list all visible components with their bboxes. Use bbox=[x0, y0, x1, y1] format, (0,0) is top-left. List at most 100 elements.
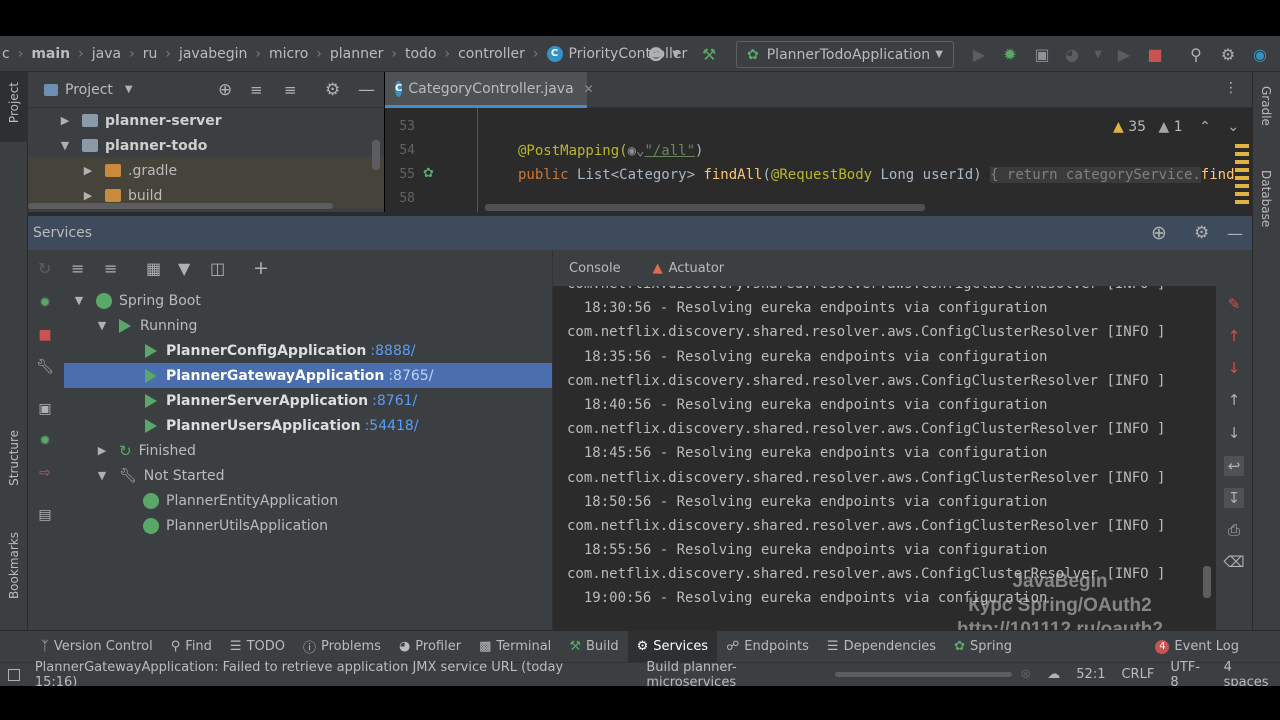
indent-setting[interactable]: 4 spaces bbox=[1224, 660, 1280, 690]
tool-version-control[interactable]: ᛉ Version Control bbox=[32, 631, 162, 663]
breadcrumb-item[interactable]: controller bbox=[458, 46, 525, 62]
expand-all-icon[interactable]: ≡ bbox=[71, 259, 84, 278]
run-config-select[interactable]: ✿ PlannerTodoApplication ▼ bbox=[736, 41, 954, 68]
soft-wrap-icon[interactable]: ↩ bbox=[1224, 456, 1244, 476]
inspection-widget[interactable]: ▲ 35 ▲ 1 ⌃ ⌄ bbox=[1113, 119, 1239, 135]
arrow-down-icon[interactable]: ↓ bbox=[1224, 423, 1244, 443]
error-stripe[interactable] bbox=[1235, 144, 1249, 208]
group-by-icon[interactable]: ▦ bbox=[146, 259, 161, 278]
new-tab-icon[interactable]: ◫ bbox=[210, 259, 225, 278]
attach-icon[interactable]: ▶ bbox=[1114, 44, 1134, 64]
port-link[interactable]: :8761/ bbox=[372, 393, 417, 409]
collapse-all-icon[interactable]: ≡ bbox=[104, 259, 117, 278]
breadcrumb-item[interactable]: planner bbox=[330, 46, 383, 62]
service-item[interactable]: PlannerServerApplication :8761/ bbox=[64, 388, 552, 413]
service-item[interactable]: PlannerUtilsApplication bbox=[64, 513, 552, 538]
tool-dependencies[interactable]: ☰ Dependencies bbox=[818, 631, 945, 663]
expand-all-icon[interactable]: ≡ bbox=[250, 81, 263, 99]
settings-icon[interactable]: ⚙ bbox=[1218, 44, 1238, 64]
clear-icon[interactable]: ✎ bbox=[1224, 294, 1244, 314]
tool-terminal[interactable]: ▩ Terminal bbox=[470, 631, 560, 663]
coverage-icon[interactable]: ▣ bbox=[1032, 44, 1052, 64]
endpoint-gutter-icon[interactable]: ✿ bbox=[423, 166, 434, 181]
up-stack-icon[interactable]: ↑ bbox=[1224, 326, 1244, 346]
more-icon[interactable]: ⋮ bbox=[1224, 80, 1238, 96]
gear-icon[interactable]: ⚙ bbox=[325, 80, 340, 100]
chevron-down-icon[interactable]: ▼ bbox=[125, 84, 133, 95]
rerun-icon[interactable]: ↻ bbox=[38, 259, 51, 278]
tree-item-planner-todo[interactable]: ▼ planner-todo bbox=[58, 133, 208, 158]
database-tool-tab[interactable]: Database bbox=[1259, 170, 1273, 227]
line-separator[interactable]: CRLF bbox=[1121, 667, 1154, 682]
chevron-down-icon[interactable]: ▼ bbox=[1088, 44, 1108, 64]
tool-find[interactable]: ⚲ Find bbox=[162, 631, 221, 663]
tool-problems[interactable]: ⓘ Problems bbox=[294, 631, 390, 663]
collapse-all-icon[interactable]: ≡ bbox=[284, 81, 297, 99]
arrow-up-icon[interactable]: ↑ bbox=[1224, 390, 1244, 410]
gradle-tool-tab[interactable]: Gradle bbox=[1259, 86, 1273, 126]
gear-icon[interactable]: ⚙ bbox=[1194, 223, 1209, 243]
tool-spring[interactable]: ✿ Spring bbox=[945, 631, 1021, 663]
service-item[interactable]: PlannerEntityApplication bbox=[64, 488, 552, 513]
file-encoding[interactable]: UTF-8 bbox=[1170, 660, 1207, 690]
tool-event-log[interactable]: 4 Event Log bbox=[1146, 631, 1248, 663]
background-task-label[interactable]: Build planner-microservices bbox=[646, 660, 823, 690]
add-icon[interactable]: + bbox=[253, 257, 269, 279]
console-scrollbar[interactable] bbox=[1203, 566, 1211, 598]
breadcrumb-item[interactable]: ru bbox=[143, 46, 158, 62]
horizontal-scrollbar[interactable] bbox=[28, 203, 333, 209]
profile-icon[interactable]: ◕ bbox=[1062, 44, 1082, 64]
tool-services[interactable]: ⚙ Services bbox=[627, 630, 718, 663]
stop-icon[interactable]: ■ bbox=[1145, 44, 1165, 64]
breadcrumb-item[interactable]: c bbox=[2, 46, 10, 62]
hide-icon[interactable]: — bbox=[1227, 224, 1243, 243]
vertical-scrollbar[interactable] bbox=[372, 140, 380, 170]
bookmarks-tool-tab[interactable]: Bookmarks bbox=[7, 532, 21, 599]
chevron-down-icon[interactable]: ▼ bbox=[666, 44, 686, 64]
tree-item-finished[interactable]: ▶ ↻ Finished bbox=[64, 438, 552, 463]
chevron-down-icon[interactable]: ⌄ bbox=[1227, 119, 1239, 135]
user-icon[interactable]: ☻ bbox=[646, 44, 666, 64]
port-link[interactable]: :54418/ bbox=[365, 418, 419, 434]
structure-tool-tab[interactable]: Structure bbox=[7, 430, 21, 486]
debug-icon[interactable]: ✹ bbox=[1000, 44, 1020, 64]
trash-icon[interactable]: ⌫ bbox=[1223, 552, 1244, 572]
tab-actuator[interactable]: ▲ Actuator bbox=[637, 250, 741, 286]
tab-console[interactable]: Console bbox=[553, 250, 637, 286]
locate-icon[interactable]: ⊕ bbox=[218, 80, 232, 100]
editor-h-scrollbar[interactable] bbox=[485, 204, 925, 211]
run-icon[interactable]: ▶ bbox=[969, 44, 989, 64]
tree-item-not-started[interactable]: ▼ 🔧︎ Not Started bbox=[64, 463, 552, 488]
close-icon[interactable]: ✕ bbox=[584, 82, 594, 96]
tree-item-planner-server[interactable]: ▶ planner-server bbox=[58, 108, 222, 133]
locate-icon[interactable]: ⊕ bbox=[1151, 222, 1167, 244]
project-tool-tab[interactable]: Project bbox=[7, 82, 21, 123]
search-icon[interactable]: ⚲ bbox=[1186, 44, 1206, 64]
hammer-icon[interactable]: ⚒ bbox=[699, 44, 719, 64]
caret-position[interactable]: 52:1 bbox=[1076, 667, 1105, 682]
window-icon[interactable] bbox=[8, 668, 20, 681]
port-link[interactable]: :8888/ bbox=[370, 343, 415, 359]
editor-tab[interactable]: C CategoryController.java ✕ bbox=[385, 72, 594, 108]
tool-build[interactable]: ⚒ Build bbox=[560, 631, 627, 663]
hide-icon[interactable]: — bbox=[358, 80, 375, 100]
cancel-icon[interactable]: ⊗ bbox=[1020, 667, 1031, 682]
status-message[interactable]: PlannerGatewayApplication: Failed to ret… bbox=[35, 660, 600, 690]
tree-item-spring-boot[interactable]: ▼ Spring Boot bbox=[64, 288, 552, 313]
tool-todo[interactable]: ☰ TODO bbox=[221, 631, 294, 663]
project-panel-title[interactable]: Project bbox=[65, 82, 113, 98]
chevron-up-icon[interactable]: ⌃ bbox=[1199, 119, 1211, 135]
filter-icon[interactable]: ▼ bbox=[178, 259, 190, 278]
breadcrumb-item[interactable]: micro bbox=[269, 46, 308, 62]
tool-profiler[interactable]: ◕ Profiler bbox=[390, 631, 470, 663]
service-item-selected[interactable]: PlannerGatewayApplication :8765/ bbox=[64, 363, 552, 388]
breadcrumb-item[interactable]: todo bbox=[405, 46, 437, 62]
breadcrumb-item[interactable]: javabegin bbox=[179, 46, 247, 62]
tool-endpoints[interactable]: ☍ Endpoints bbox=[717, 631, 818, 663]
tree-item-running[interactable]: ▼ Running bbox=[64, 313, 552, 338]
service-item[interactable]: PlannerConfigApplication :8888/ bbox=[64, 338, 552, 363]
tree-item-gradle[interactable]: ▶ .gradle bbox=[81, 158, 177, 183]
port-link[interactable]: :8765/ bbox=[388, 368, 433, 384]
scroll-to-end-icon[interactable]: ↧ bbox=[1224, 488, 1244, 508]
breadcrumb-item[interactable]: java bbox=[92, 46, 121, 62]
